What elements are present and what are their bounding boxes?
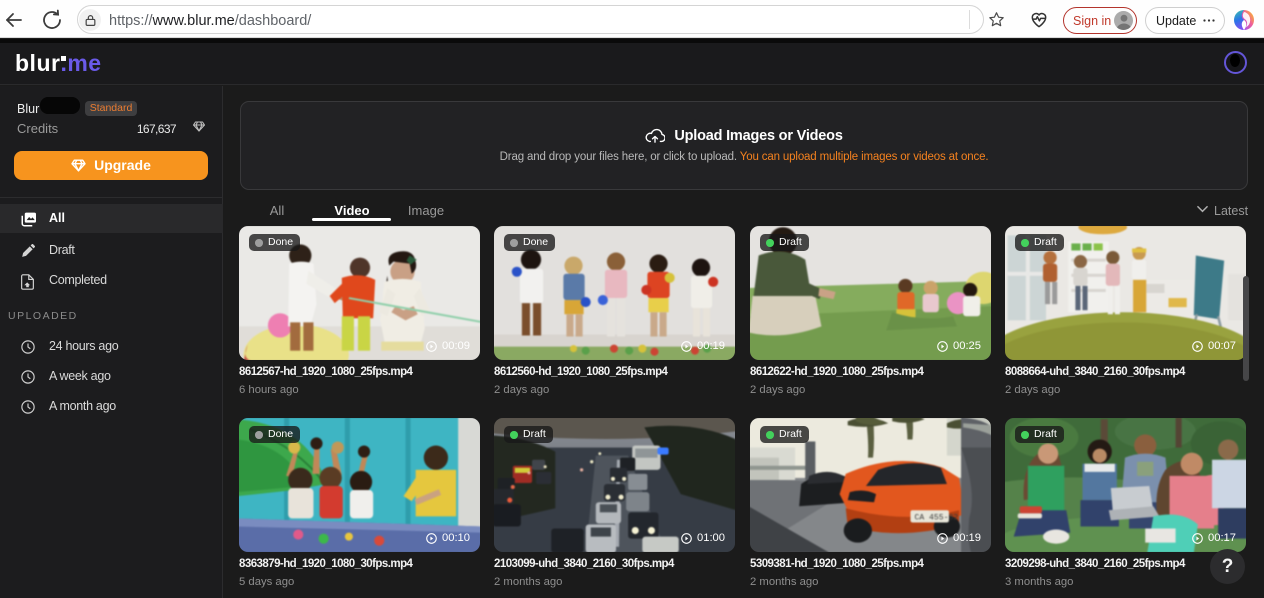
svg-text:CA 455-82: CA 455-82 (915, 513, 959, 522)
